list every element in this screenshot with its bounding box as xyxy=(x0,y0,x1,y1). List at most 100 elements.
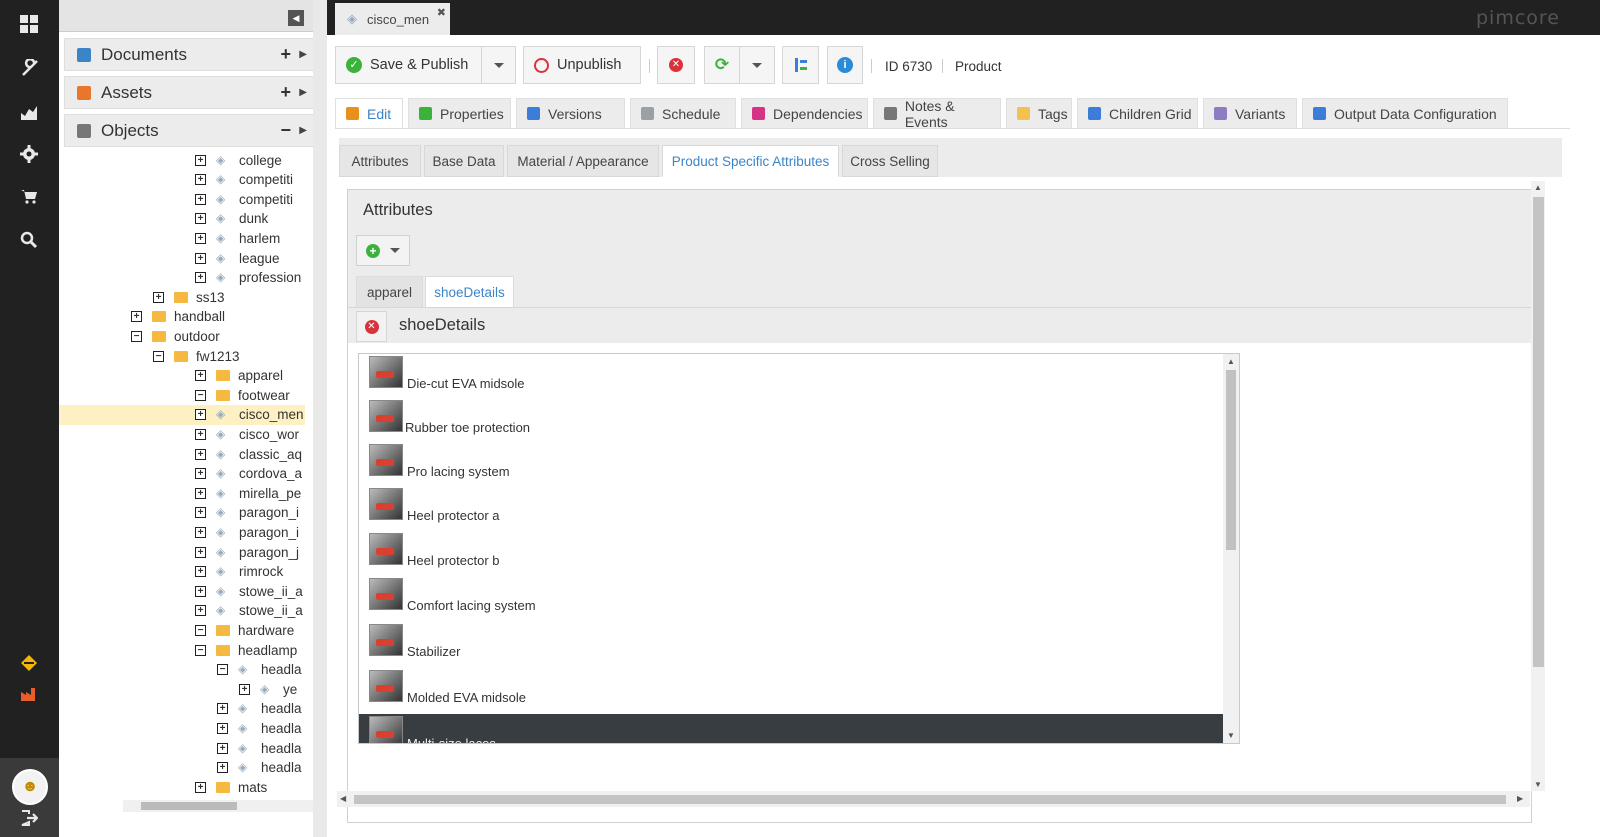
tree-node[interactable]: − ◈ headla xyxy=(59,660,305,680)
subtab-material-appearance[interactable]: Material / Appearance xyxy=(507,145,659,177)
scroll-up-icon[interactable]: ▲ xyxy=(1227,357,1235,366)
subtab-attributes[interactable]: Attributes xyxy=(339,145,421,177)
tree-node[interactable]: + ◈ headla xyxy=(59,758,305,778)
expand-icon[interactable]: + xyxy=(195,370,206,382)
expand-icon[interactable]: + xyxy=(195,448,206,460)
factory-icon[interactable] xyxy=(14,678,44,708)
expand-icon[interactable]: + xyxy=(195,605,206,617)
expand-icon[interactable]: + xyxy=(195,174,206,186)
editor-hscroll-thumb[interactable] xyxy=(354,795,1506,804)
tree-node[interactable]: + apparel xyxy=(59,366,305,386)
expand-icon[interactable]: + xyxy=(195,526,206,538)
expand-icon[interactable]: + xyxy=(195,193,206,205)
tree-node[interactable]: + ◈ classic_aq xyxy=(59,444,305,464)
tab-output-data-configuration[interactable]: Output Data Configuration xyxy=(1302,98,1508,129)
expand-icon[interactable]: + xyxy=(195,585,206,597)
feature-item[interactable]: Pro lacing system xyxy=(359,442,1223,486)
feature-item[interactable]: Stabilizer xyxy=(359,622,1223,666)
settings-gear-icon[interactable] xyxy=(14,139,44,169)
tab-variants[interactable]: Variants xyxy=(1203,98,1297,129)
add-document-icon[interactable]: + xyxy=(280,44,291,65)
reload-button[interactable]: ⟳ xyxy=(704,46,740,84)
tree-node[interactable]: + ◈ paragon_j xyxy=(59,542,305,562)
expand-icon[interactable]: + xyxy=(217,762,228,774)
tree-node[interactable]: + ◈ cisco_wor xyxy=(59,424,305,444)
expand-icon[interactable]: + xyxy=(217,722,228,734)
list-scroll-thumb[interactable] xyxy=(1226,370,1236,550)
expand-icon[interactable]: + xyxy=(131,311,142,323)
reload-options-dropdown[interactable] xyxy=(739,46,775,84)
subtab-product-specific-attributes[interactable]: Product Specific Attributes xyxy=(662,145,839,177)
expand-icon[interactable]: + xyxy=(195,468,206,480)
tree-node[interactable]: + ◈ profession xyxy=(59,268,305,288)
info-button[interactable]: i xyxy=(827,46,863,84)
scroll-down-icon[interactable]: ▼ xyxy=(1227,731,1235,740)
editor-horizontal-scrollbar[interactable]: ◀ ▶ xyxy=(337,791,1530,807)
tree-node[interactable]: − hardware xyxy=(59,620,305,640)
tree-node[interactable]: + mats xyxy=(59,777,305,797)
wrench-icon[interactable] xyxy=(14,53,44,83)
tab-schedule[interactable]: Schedule xyxy=(630,98,736,129)
tree-node[interactable]: + ◈ competiti xyxy=(59,189,305,209)
tab-dependencies[interactable]: Dependencies xyxy=(741,98,868,129)
warning-icon[interactable] xyxy=(14,648,44,678)
expand-icon[interactable]: + xyxy=(195,213,206,225)
editor-scroll-thumb[interactable] xyxy=(1533,197,1544,667)
collapse-objects-icon[interactable]: − xyxy=(280,120,291,141)
expand-icon[interactable]: + xyxy=(195,546,206,558)
close-tab-icon[interactable]: ✖ xyxy=(437,6,446,19)
logout-icon[interactable] xyxy=(14,803,44,833)
chevron-right-icon[interactable]: ▶ xyxy=(299,125,307,136)
tree-node[interactable]: − footwear xyxy=(59,385,305,405)
user-avatar[interactable]: ☻ xyxy=(12,769,48,805)
collapse-icon[interactable]: − xyxy=(195,624,206,636)
chevron-right-icon[interactable]: ▶ xyxy=(299,87,307,98)
tab-properties[interactable]: Properties xyxy=(408,98,511,129)
accordion-objects[interactable]: Objects − ▶ xyxy=(64,114,318,147)
tree-node[interactable]: + ◈ stowe_ii_a xyxy=(59,581,305,601)
expand-icon[interactable]: + xyxy=(195,409,206,421)
tree-node[interactable]: + ◈ headla xyxy=(59,738,305,758)
accordion-assets[interactable]: Assets + ▶ xyxy=(64,76,318,109)
tree-node[interactable]: + ◈ headla xyxy=(59,718,305,738)
scroll-up-icon[interactable]: ▲ xyxy=(1534,183,1542,192)
expand-icon[interactable]: + xyxy=(217,703,228,715)
tree-node[interactable]: + ◈ ye xyxy=(59,679,305,699)
cart-icon[interactable] xyxy=(14,181,44,211)
delete-button[interactable]: ✕ xyxy=(657,46,695,84)
collapse-icon[interactable]: − xyxy=(217,664,228,676)
tree-node[interactable]: + ◈ harlem xyxy=(59,228,305,248)
tree-node[interactable]: + ◈ dunk xyxy=(59,209,305,229)
feature-item[interactable]: Comfort lacing system xyxy=(359,576,1223,620)
collapse-icon[interactable]: − xyxy=(153,350,164,362)
add-attribute-button[interactable]: + xyxy=(356,235,410,266)
tree-node[interactable]: + ◈ league xyxy=(59,248,305,268)
expand-icon[interactable]: + xyxy=(195,154,206,166)
tab-children-grid[interactable]: Children Grid xyxy=(1077,98,1198,129)
feature-item[interactable]: Molded EVA midsole xyxy=(359,668,1223,712)
expand-icon[interactable]: + xyxy=(153,291,164,303)
tree-node[interactable]: + ◈ mirella_pe xyxy=(59,483,305,503)
accordion-documents[interactable]: Documents + ▶ xyxy=(64,38,318,71)
tree-node[interactable]: + ◈ competiti xyxy=(59,170,305,190)
search-icon[interactable] xyxy=(14,225,44,255)
collapse-icon[interactable]: − xyxy=(131,330,142,342)
expand-icon[interactable]: + xyxy=(195,566,206,578)
tree-node[interactable]: − fw1213 xyxy=(59,346,305,366)
expand-icon[interactable]: + xyxy=(195,272,206,284)
tree-node[interactable]: + ◈ paragon_i xyxy=(59,522,305,542)
unpublish-button[interactable]: Unpublish xyxy=(523,46,641,84)
attr-tab-apparel[interactable]: apparel xyxy=(356,276,423,308)
expand-icon[interactable]: + xyxy=(195,487,206,499)
expand-icon[interactable]: + xyxy=(195,781,206,793)
expand-icon[interactable]: + xyxy=(239,683,250,695)
dashboard-icon[interactable] xyxy=(14,9,44,39)
feature-item[interactable]: Die-cut EVA midsole xyxy=(359,354,1223,398)
tree-node[interactable]: − headlamp xyxy=(59,640,305,660)
collapse-panel-icon[interactable]: ◀ xyxy=(288,10,304,26)
expand-icon[interactable]: + xyxy=(195,232,206,244)
tab-tags[interactable]: Tags xyxy=(1006,98,1072,129)
expand-icon[interactable]: + xyxy=(195,428,206,440)
expand-icon[interactable]: + xyxy=(195,507,206,519)
save-publish-button[interactable]: ✓ Save & Publish xyxy=(335,46,482,84)
